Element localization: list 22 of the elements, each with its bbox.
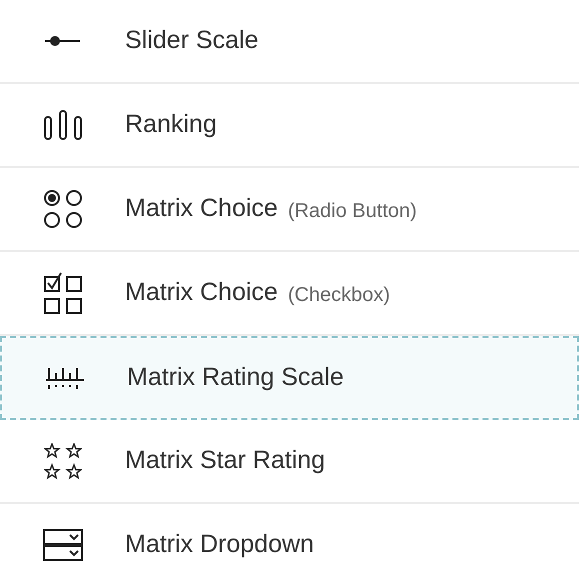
item-label: Slider Scale [125,25,258,56]
item-note: (Checkbox) [288,283,390,308]
question-type-item[interactable]: Ranking [0,84,579,168]
slider-icon [44,35,81,47]
dropdowns-icon [42,529,82,561]
question-type-item[interactable]: Matrix Choice (Radio Button) [0,168,579,252]
item-label: Matrix Choice [125,277,278,308]
radio-buttons-icon [44,190,82,228]
item-label: Matrix Choice [125,193,278,224]
item-label: Matrix Dropdown [125,529,314,560]
scale-icon [44,366,84,390]
question-type-item[interactable]: Matrix Rating Scale [0,336,579,420]
checkboxes-icon [44,272,82,314]
item-note: (Radio Button) [288,199,417,224]
item-label: Ranking [125,109,217,140]
stars-icon [44,442,82,480]
question-type-item[interactable]: Slider Scale [0,0,579,84]
item-label: Matrix Star Rating [125,445,326,476]
bars-icon [42,109,82,141]
question-type-item[interactable]: Matrix Star Rating [0,420,579,504]
question-type-item[interactable]: Matrix Dropdown [0,504,579,584]
item-label: Matrix Rating Scale [127,362,344,394]
